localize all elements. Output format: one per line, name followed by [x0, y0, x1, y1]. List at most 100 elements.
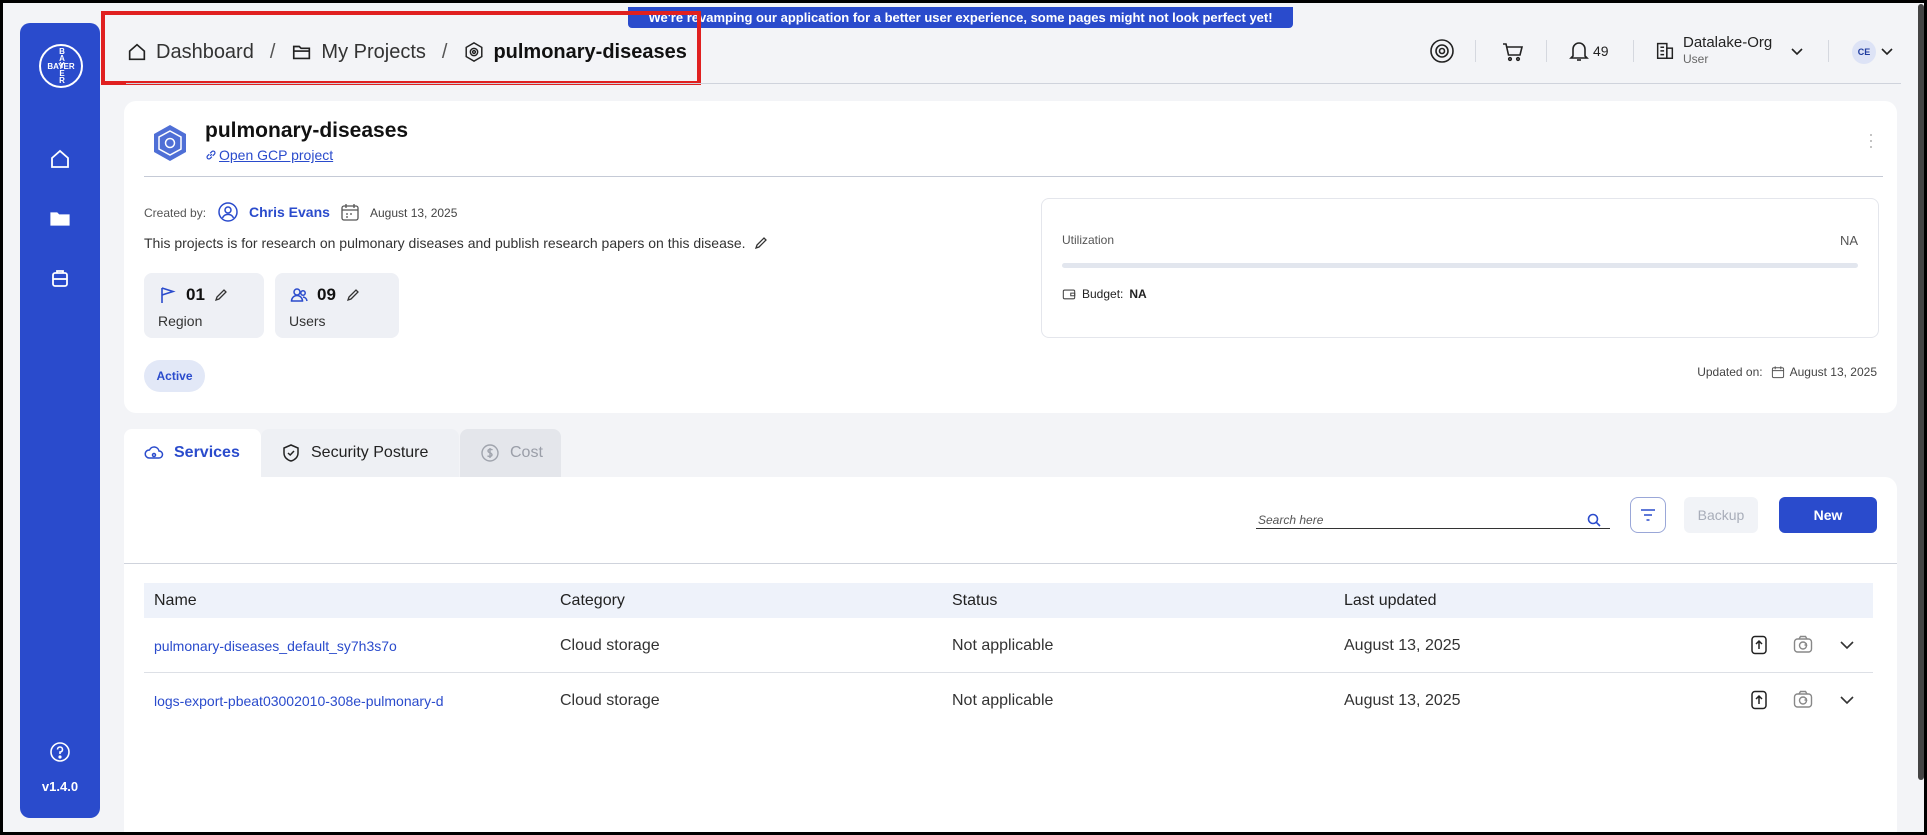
- open-gcp-link[interactable]: Open GCP project: [205, 147, 333, 163]
- users-icon: [290, 288, 308, 302]
- created-by-name[interactable]: Chris Evans: [249, 204, 330, 220]
- column-header-status[interactable]: Status: [952, 592, 997, 610]
- project-hexagon-icon: [154, 125, 186, 161]
- avatar[interactable]: CE: [1852, 40, 1876, 64]
- tab-services[interactable]: Services: [124, 429, 261, 477]
- budget-label: Budget:: [1082, 287, 1124, 301]
- settings-icon[interactable]: [1429, 38, 1455, 64]
- header-divider-line: [126, 83, 1901, 84]
- app-version: v1.4.0: [41, 779, 79, 794]
- open-gcp-label: Open GCP project: [219, 147, 334, 163]
- users-label: Users: [289, 313, 326, 329]
- sidebar-folder-icon[interactable]: [48, 206, 72, 230]
- cart-icon[interactable]: [1500, 38, 1526, 64]
- page-scrollbar[interactable]: [1918, 4, 1924, 780]
- backup-restore-icon[interactable]: [1792, 634, 1814, 656]
- org-role: User: [1683, 52, 1709, 66]
- wallet-icon: [1062, 289, 1076, 300]
- edit-description-icon[interactable]: [754, 236, 768, 250]
- service-category: Cloud storage: [560, 692, 660, 709]
- panel-divider: [124, 563, 1897, 564]
- search-placeholder: Search here: [1258, 513, 1324, 527]
- services-panel: Search here Backup New Name Category Sta…: [124, 477, 1897, 832]
- search-input[interactable]: Search here: [1256, 505, 1610, 529]
- updated-on-label: Updated on:: [1697, 365, 1763, 379]
- bayer-logo[interactable]: B A Y E R BAYER: [39, 44, 83, 88]
- service-name-link[interactable]: pulmonary-diseases_default_sy7h3s7o: [154, 638, 397, 654]
- table-row: logs-export-pbeat03002010-308e-pulmonary…: [144, 673, 1873, 728]
- filter-icon: [1641, 509, 1655, 521]
- logo-horizontal-text: BAYER: [47, 62, 75, 71]
- filter-button[interactable]: [1630, 497, 1666, 533]
- project-card: pulmonary-diseases Open GCP project · · · …: [124, 101, 1897, 413]
- link-icon: [206, 150, 216, 160]
- service-status: Not applicable: [952, 692, 1054, 709]
- updated-on: Updated on: August 13, 2025: [1697, 365, 1877, 379]
- sidebar-home-icon[interactable]: [48, 147, 72, 171]
- tab-security-posture[interactable]: Security Posture: [261, 429, 459, 477]
- utilization-panel: Utilization NA Budget: NA: [1041, 198, 1879, 338]
- project-gear-icon: [465, 41, 483, 63]
- utilization-label: Utilization: [1062, 233, 1115, 247]
- upload-icon[interactable]: [1748, 634, 1770, 656]
- project-description: This projects is for research on pulmona…: [144, 235, 768, 251]
- service-last-updated: August 13, 2025: [1344, 692, 1461, 709]
- breadcrumb-my-projects[interactable]: My Projects: [291, 41, 426, 64]
- tab-cost-label: Cost: [510, 444, 543, 461]
- sidebar: B A Y E R BAYER v1.4.0: [20, 23, 100, 818]
- search-icon[interactable]: [1586, 512, 1602, 528]
- service-name-link[interactable]: logs-export-pbeat03002010-308e-pulmonary…: [154, 693, 444, 709]
- sidebar-bag-icon[interactable]: [48, 266, 72, 290]
- upload-icon[interactable]: [1748, 689, 1770, 711]
- breadcrumb-separator: /: [441, 40, 448, 63]
- chevron-down-icon[interactable]: [1836, 689, 1858, 711]
- tab-services-label: Services: [174, 444, 240, 461]
- header-divider: [1475, 40, 1476, 62]
- backup-restore-icon[interactable]: [1792, 689, 1814, 711]
- edit-region-icon[interactable]: [214, 288, 228, 302]
- cloud-settings-icon: [144, 446, 164, 459]
- column-header-last-updated[interactable]: Last updated: [1344, 592, 1437, 610]
- bell-icon[interactable]: [1566, 38, 1592, 64]
- column-header-name[interactable]: Name: [154, 592, 197, 610]
- avatar-chevron-down-icon[interactable]: [1878, 42, 1896, 60]
- table-row: pulmonary-diseases_default_sy7h3s7o Clou…: [144, 618, 1873, 673]
- utilization-bar: [1062, 263, 1858, 268]
- users-count: 09: [317, 285, 336, 304]
- folder-icon: [293, 45, 311, 60]
- user-circle-icon: [218, 202, 238, 222]
- breadcrumb-current-project: pulmonary-diseases: [463, 40, 687, 64]
- region-label: Region: [158, 313, 203, 329]
- service-category: Cloud storage: [560, 637, 660, 654]
- service-status: Not applicable: [952, 637, 1054, 654]
- project-description-text: This projects is for research on pulmona…: [144, 235, 746, 251]
- help-icon[interactable]: [48, 740, 72, 764]
- service-last-updated: August 13, 2025: [1344, 637, 1461, 654]
- card-divider: [144, 176, 1883, 177]
- notification-count[interactable]: 49: [1593, 43, 1609, 59]
- revamp-banner: We're revamping our application for a be…: [628, 7, 1293, 28]
- org-name[interactable]: Datalake-Org: [1683, 34, 1772, 51]
- breadcrumb-dashboard-label: Dashboard: [156, 40, 254, 63]
- calendar-icon: [1771, 366, 1784, 379]
- created-date: August 13, 2025: [370, 206, 458, 220]
- chevron-down-icon[interactable]: [1836, 634, 1858, 656]
- breadcrumb-dashboard[interactable]: Dashboard: [126, 41, 254, 64]
- more-options-icon[interactable]: · · ·: [1868, 125, 1874, 155]
- backup-button[interactable]: Backup: [1684, 497, 1758, 533]
- home-icon: [128, 43, 146, 61]
- edit-users-icon[interactable]: [346, 288, 360, 302]
- region-stat: 01 Region: [144, 273, 264, 338]
- new-button[interactable]: New: [1779, 497, 1877, 533]
- status-badge: Active: [144, 360, 205, 392]
- dollar-circle-icon: [481, 444, 499, 462]
- table-header: Name Category Status Last updated: [144, 583, 1873, 618]
- breadcrumb-current-label: pulmonary-diseases: [493, 40, 687, 63]
- utilization-value: NA: [1839, 233, 1858, 248]
- column-header-category[interactable]: Category: [560, 592, 625, 610]
- calendar-icon: [341, 204, 359, 221]
- budget: Budget: NA: [1062, 287, 1147, 301]
- org-chevron-down-icon[interactable]: [1788, 42, 1806, 60]
- shield-icon: [283, 444, 299, 462]
- tab-cost[interactable]: Cost: [460, 429, 561, 477]
